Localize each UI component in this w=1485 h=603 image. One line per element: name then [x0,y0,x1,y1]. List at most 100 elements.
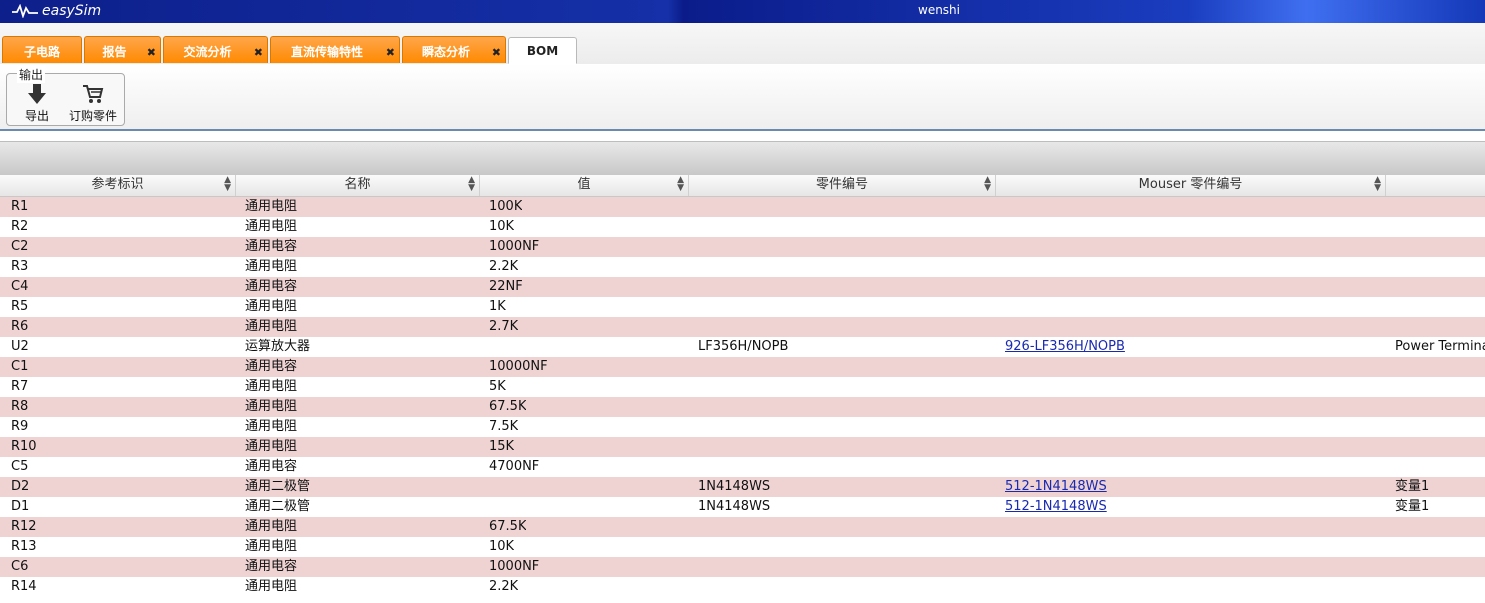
username[interactable]: wenshi [918,3,960,17]
close-icon[interactable]: ✖ [254,46,263,59]
export-label: 导出 [24,109,49,123]
table-row[interactable]: C2 通用电容 1000NF [0,237,1485,257]
table-row[interactable]: D1 通用二极管 1N4148WS 512-1N4148WS 变量1 [0,497,1485,517]
cell-name: 通用电阻 [245,259,298,274]
cell-value: 5K [489,379,506,394]
cell-name: 通用电阻 [245,319,298,334]
cell-name: 通用电容 [245,459,298,474]
cell-part-number: 1N4148WS [698,499,771,514]
sort-icon[interactable]: ▲ ▼ [677,176,684,193]
sort-icon[interactable]: ▲ ▼ [468,176,475,193]
mouser-part-link[interactable]: 926-LF356H/NOPB [1005,337,1125,357]
table-row[interactable]: R14 通用电阻 2.2K [0,577,1485,597]
close-icon[interactable]: ✖ [492,46,501,59]
cell-name: 通用电容 [245,359,298,374]
table-row[interactable]: R6 通用电阻 2.7K [0,317,1485,337]
tab-ac-analysis[interactable]: 交流分析 ✖ [163,36,268,63]
table-row[interactable]: R13 通用电阻 10K [0,537,1485,557]
cell-name: 通用电容 [245,279,298,294]
cell-value: 10000NF [489,359,548,374]
shopping-cart-icon [83,85,104,103]
table-row[interactable]: C6 通用电容 1000NF [0,557,1485,577]
cell-part-number: LF356H/NOPB [698,339,789,354]
table-row[interactable]: R5 通用电阻 1K [0,297,1485,317]
cell-value: 67.5K [489,399,527,414]
export-button[interactable]: 导出 [17,83,57,123]
table-row[interactable]: R2 通用电阻 10K [0,217,1485,237]
cell-ref: R3 [11,259,29,274]
cell-name: 通用电阻 [245,299,298,314]
order-parts-button[interactable]: 订购零件 [65,83,121,123]
cell-ref: R12 [11,519,37,534]
tab-label: 直流传输特性 [290,45,363,59]
column-header-extra[interactable] [1386,175,1485,196]
order-parts-label: 订购零件 [68,109,117,123]
cell-value: 22NF [489,279,523,294]
cell-ref: U2 [11,339,29,354]
cell-ref: R6 [11,319,29,334]
sort-icon[interactable]: ▲ ▼ [984,176,991,193]
cell-value: 4700NF [489,459,540,474]
cell-ref: R8 [11,399,29,414]
cell-name: 通用二极管 [245,499,311,514]
close-icon[interactable]: ✖ [386,46,395,59]
close-icon[interactable]: ✖ [147,46,156,59]
cell-value: 100K [489,199,523,214]
app-header: easySim wenshi [0,0,1485,23]
cell-name: 通用二极管 [245,479,311,494]
cell-name: 通用电阻 [245,219,298,234]
cell-ref: R14 [11,579,37,594]
grid-caption-bar [0,141,1485,176]
table-row[interactable]: R1 通用电阻 100K [0,197,1485,217]
tab-report[interactable]: 报告 ✖ [84,36,161,63]
cell-ref: C6 [11,559,29,574]
table-row[interactable]: R10 通用电阻 15K [0,437,1485,457]
tab-dc-transfer[interactable]: 直流传输特性 ✖ [270,36,400,63]
cell-extra: Power Termina [1395,339,1485,354]
tab-label: BOM [526,44,559,58]
sort-icon[interactable]: ▲ ▼ [224,176,231,193]
column-header-name[interactable]: 名称 ▲ ▼ [236,175,480,196]
tab-subcircuit[interactable]: 子电路 [2,36,82,63]
table-row[interactable]: R3 通用电阻 2.2K [0,257,1485,277]
cell-ref: D1 [11,499,30,514]
tab-strip: 子电路 报告 ✖ 交流分析 ✖ 直流传输特性 ✖ 瞬态分析 ✖ BOM [0,23,1485,65]
table-row[interactable]: R12 通用电阻 67.5K [0,517,1485,537]
tab-transient[interactable]: 瞬态分析 ✖ [402,36,506,63]
cell-value: 10K [489,539,515,554]
column-header-ref[interactable]: 参考标识 ▲ ▼ [0,175,236,196]
table-row[interactable]: R9 通用电阻 7.5K [0,417,1485,437]
column-header-part-number[interactable]: 零件编号 ▲ ▼ [689,175,996,196]
mouser-part-link[interactable]: 512-1N4148WS [1005,497,1107,517]
table-row[interactable]: R8 通用电阻 67.5K [0,397,1485,417]
cell-ref: C2 [11,239,29,254]
cell-name: 通用电阻 [245,539,298,554]
table-row[interactable]: U2 运算放大器 LF356H/NOPB 926-LF356H/NOPB Power T… [0,337,1485,357]
logo-text: easySim [42,3,102,19]
tab-label: 交流分析 [183,45,232,59]
column-header-value[interactable]: 值 ▲ ▼ [480,175,689,196]
waveform-icon [12,4,38,18]
sort-icon[interactable]: ▲ ▼ [1374,176,1381,193]
cell-name: 通用电阻 [245,399,298,414]
cell-value: 2.2K [489,579,519,594]
cell-name: 通用电阻 [245,579,298,594]
cell-ref: R5 [11,299,29,314]
column-header-mouser[interactable]: Mouser 零件编号 ▲ ▼ [996,175,1386,196]
table-row[interactable]: D2 通用二极管 1N4148WS 512-1N4148WS 变量1 [0,477,1485,497]
cell-value: 2.2K [489,259,519,274]
cell-name: 通用电阻 [245,379,298,394]
cell-ref: C1 [11,359,29,374]
table-row[interactable]: C5 通用电容 4700NF [0,457,1485,477]
table-row[interactable]: C1 通用电容 10000NF [0,357,1485,377]
cell-value: 1K [489,299,506,314]
table-row[interactable]: C4 通用电容 22NF [0,277,1485,297]
mouser-part-link[interactable]: 512-1N4148WS [1005,477,1107,497]
table-row[interactable]: R7 通用电阻 5K [0,377,1485,397]
cell-name: 通用电阻 [245,199,298,214]
tab-label: 报告 [102,45,127,59]
column-header-label: 参考标识 [91,177,144,192]
tab-bom[interactable]: BOM [508,37,577,64]
cell-ref: R9 [11,419,29,434]
bom-table-body: R1 通用电阻 100K R2 通用电阻 10K C2 通用电容 1000NF R3 通用电阻 2.2… [0,197,1485,597]
